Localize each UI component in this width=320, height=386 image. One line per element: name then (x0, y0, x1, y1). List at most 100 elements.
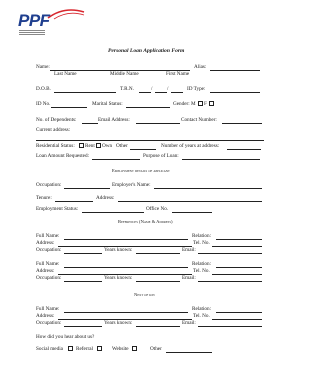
ref1-relation-field[interactable] (216, 239, 262, 240)
rent-label: Rent (85, 143, 95, 149)
id-no-field[interactable] (51, 107, 87, 108)
tenure-field[interactable] (55, 201, 93, 202)
occupation-field[interactable] (64, 188, 110, 189)
ref1-tel-label: Tel. No. (193, 240, 210, 246)
form-page: PPF Personal Loan Application Form Name:… (0, 0, 298, 386)
marital-status-label: Marital Status: (92, 101, 123, 107)
gender-label: Gender: M (173, 101, 196, 107)
tenure-label: Tenure: (36, 195, 52, 201)
purpose-of-loan-label: Purpose of Loan: (143, 153, 179, 159)
ref2-years-known-label: Years known: (104, 275, 133, 281)
trn-field-2[interactable] (155, 92, 167, 93)
ref2-tel-label: Tel. No. (193, 268, 210, 274)
trn-field-3[interactable] (171, 92, 183, 93)
ref1-full-name-field[interactable] (64, 239, 188, 240)
trn-label: T.R.N. (120, 86, 134, 92)
referral-checkbox[interactable] (97, 346, 102, 351)
alias-label: Alias: (194, 64, 207, 70)
kin-tel-label: Tel. No. (193, 313, 210, 319)
first-name-caption: First Name (166, 71, 190, 77)
trn-field-1[interactable] (139, 92, 151, 93)
residential-status-label: Residential Status: (36, 143, 75, 149)
social-media-checkbox[interactable] (68, 346, 73, 351)
kin-full-name-field[interactable] (64, 312, 188, 313)
ref2-occupation-label: Occupation: (36, 275, 62, 281)
kin-tel-field[interactable] (212, 319, 262, 320)
ref2-full-name-field[interactable] (64, 267, 188, 268)
next-of-kin-section-heading: Next of kin (134, 292, 155, 297)
gender-m-checkbox[interactable] (198, 101, 203, 106)
kin-occupation-field[interactable] (64, 326, 102, 327)
kin-years-known-label: Years known: (104, 320, 133, 326)
email-label: Email Address: (98, 117, 130, 123)
ref1-years-known-field[interactable] (136, 253, 180, 254)
employer-name-field[interactable] (154, 188, 262, 189)
other-source-field[interactable] (166, 352, 212, 353)
ref2-relation-label: Relation: (192, 261, 212, 267)
ref2-years-known-field[interactable] (136, 281, 180, 282)
kin-years-known-field[interactable] (136, 326, 180, 327)
kin-email-field[interactable] (198, 326, 262, 327)
ref2-relation-field[interactable] (216, 267, 262, 268)
ref2-email-field[interactable] (198, 281, 262, 282)
ref1-tel-field[interactable] (212, 246, 262, 247)
occupation-label: Occupation: (36, 182, 62, 188)
ref2-tel-field[interactable] (212, 274, 262, 275)
id-type-label: ID Type: (187, 86, 206, 92)
ref1-email-label: Email: (182, 247, 196, 253)
logo-tagline-lines (19, 30, 45, 35)
dependents-field[interactable] (82, 123, 98, 124)
ref1-occupation-field[interactable] (64, 253, 102, 254)
gender-f-checkbox[interactable] (209, 101, 214, 106)
current-address-field[interactable] (36, 140, 264, 141)
form-title: Personal Loan Application Form (108, 48, 185, 54)
ref1-relation-label: Relation: (192, 233, 212, 239)
own-checkbox[interactable] (96, 143, 101, 148)
years-at-address-label: Number of years at address: (161, 143, 220, 149)
hear-about-question: How did you hear about us? (36, 334, 95, 340)
dob-label: D.O.B. (36, 86, 51, 92)
contact-number-field[interactable] (222, 123, 262, 124)
other-residential-field[interactable] (130, 149, 156, 150)
website-label: Website (112, 346, 129, 352)
middle-name-caption: Middle Name (110, 71, 139, 77)
office-no-label: Office No. (146, 206, 169, 212)
dependents-label: No. of Dependents: (36, 117, 77, 123)
email-field[interactable] (136, 123, 180, 124)
kin-address-label: Address: (36, 313, 55, 319)
ref1-years-known-label: Years known: (104, 247, 133, 253)
ref1-address-label: Address: (36, 240, 55, 246)
loan-amount-field[interactable] (92, 159, 140, 160)
employment-status-field[interactable] (82, 212, 144, 213)
office-no-field[interactable] (172, 212, 212, 213)
employment-status-label: Employment Status: (36, 206, 79, 212)
rent-checkbox[interactable] (79, 143, 84, 148)
company-logo: PPF (18, 11, 50, 30)
employer-address-label: Address: (96, 195, 115, 201)
dob-field[interactable] (54, 92, 116, 93)
kin-relation-field[interactable] (216, 312, 262, 313)
other-label: Other (116, 143, 128, 149)
loan-amount-label: Loan Amount Requested: (36, 153, 90, 159)
employer-address-field[interactable] (118, 201, 262, 202)
id-no-label: ID No. (36, 101, 51, 107)
ref2-address-label: Address: (36, 268, 55, 274)
name-label: Name: (36, 64, 50, 70)
alias-field[interactable] (210, 70, 260, 71)
logo-swoosh-icon (47, 9, 85, 20)
kin-relation-label: Relation: (192, 306, 212, 312)
kin-email-label: Email: (182, 320, 196, 326)
ref2-occupation-field[interactable] (64, 281, 102, 282)
years-at-address-field[interactable] (227, 149, 261, 150)
marital-status-field[interactable] (126, 107, 170, 108)
ref1-email-field[interactable] (198, 253, 262, 254)
id-type-field[interactable] (210, 92, 260, 93)
own-label: Own (102, 143, 113, 149)
website-checkbox[interactable] (132, 346, 137, 351)
employer-name-label: Employer's Name: (112, 182, 151, 188)
ref2-email-label: Email: (182, 275, 196, 281)
purpose-of-loan-field[interactable] (182, 159, 260, 160)
current-address-label: Current address: (36, 127, 71, 133)
kin-full-name-label: Full Name: (36, 306, 60, 312)
ref2-full-name-label: Full Name: (36, 261, 60, 267)
